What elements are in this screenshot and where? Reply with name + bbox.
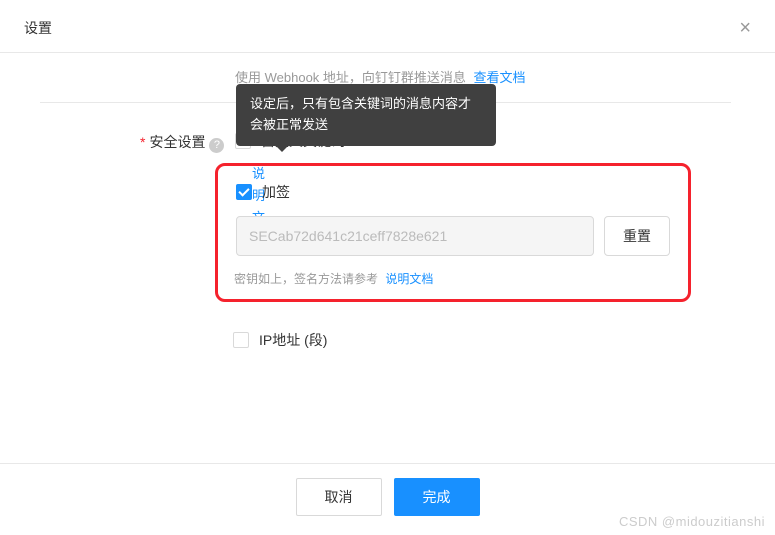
- cancel-button[interactable]: 取消: [296, 478, 382, 516]
- sign-secret-input[interactable]: [236, 216, 594, 256]
- dialog-header: 设置 ×: [0, 0, 775, 53]
- webhook-doc-link[interactable]: 查看文档: [474, 70, 526, 85]
- security-label-row: *安全设置?: [140, 131, 235, 153]
- close-icon[interactable]: ×: [739, 18, 751, 38]
- option-ip-label: IP地址 (段): [259, 330, 327, 350]
- security-label: 安全设置: [149, 134, 205, 150]
- secret-hint: 密钥如上，签名方法请参考 说明文档: [234, 270, 670, 287]
- option-sign-label: 加签: [262, 182, 290, 202]
- checkbox-checked-icon[interactable]: [236, 184, 252, 200]
- reset-button[interactable]: 重置: [604, 216, 670, 256]
- question-icon[interactable]: ?: [209, 138, 224, 153]
- watermark: CSDN @midouzitianshi: [619, 514, 765, 529]
- secret-hint-text: 密钥如上，签名方法请参考: [234, 272, 378, 286]
- tooltip-text: 设定后，只有包含关键词的消息内容才会被正常发送: [250, 96, 471, 132]
- keyword-tooltip: 设定后，只有包含关键词的消息内容才会被正常发送: [236, 84, 496, 146]
- webhook-hint-text: 使用 Webhook 地址，向钉钉群推送消息: [235, 70, 466, 85]
- dialog-title: 设置: [24, 18, 52, 38]
- option-ip[interactable]: IP地址 (段): [233, 330, 731, 350]
- confirm-button[interactable]: 完成: [394, 478, 480, 516]
- secret-hint-link[interactable]: 说明文档: [385, 272, 433, 286]
- option-sign[interactable]: 加签: [236, 182, 670, 202]
- checkbox-icon[interactable]: [233, 332, 249, 348]
- sign-highlight-box: 加签 重置 密钥如上，签名方法请参考 说明文档: [215, 163, 691, 302]
- required-mark: *: [140, 134, 145, 150]
